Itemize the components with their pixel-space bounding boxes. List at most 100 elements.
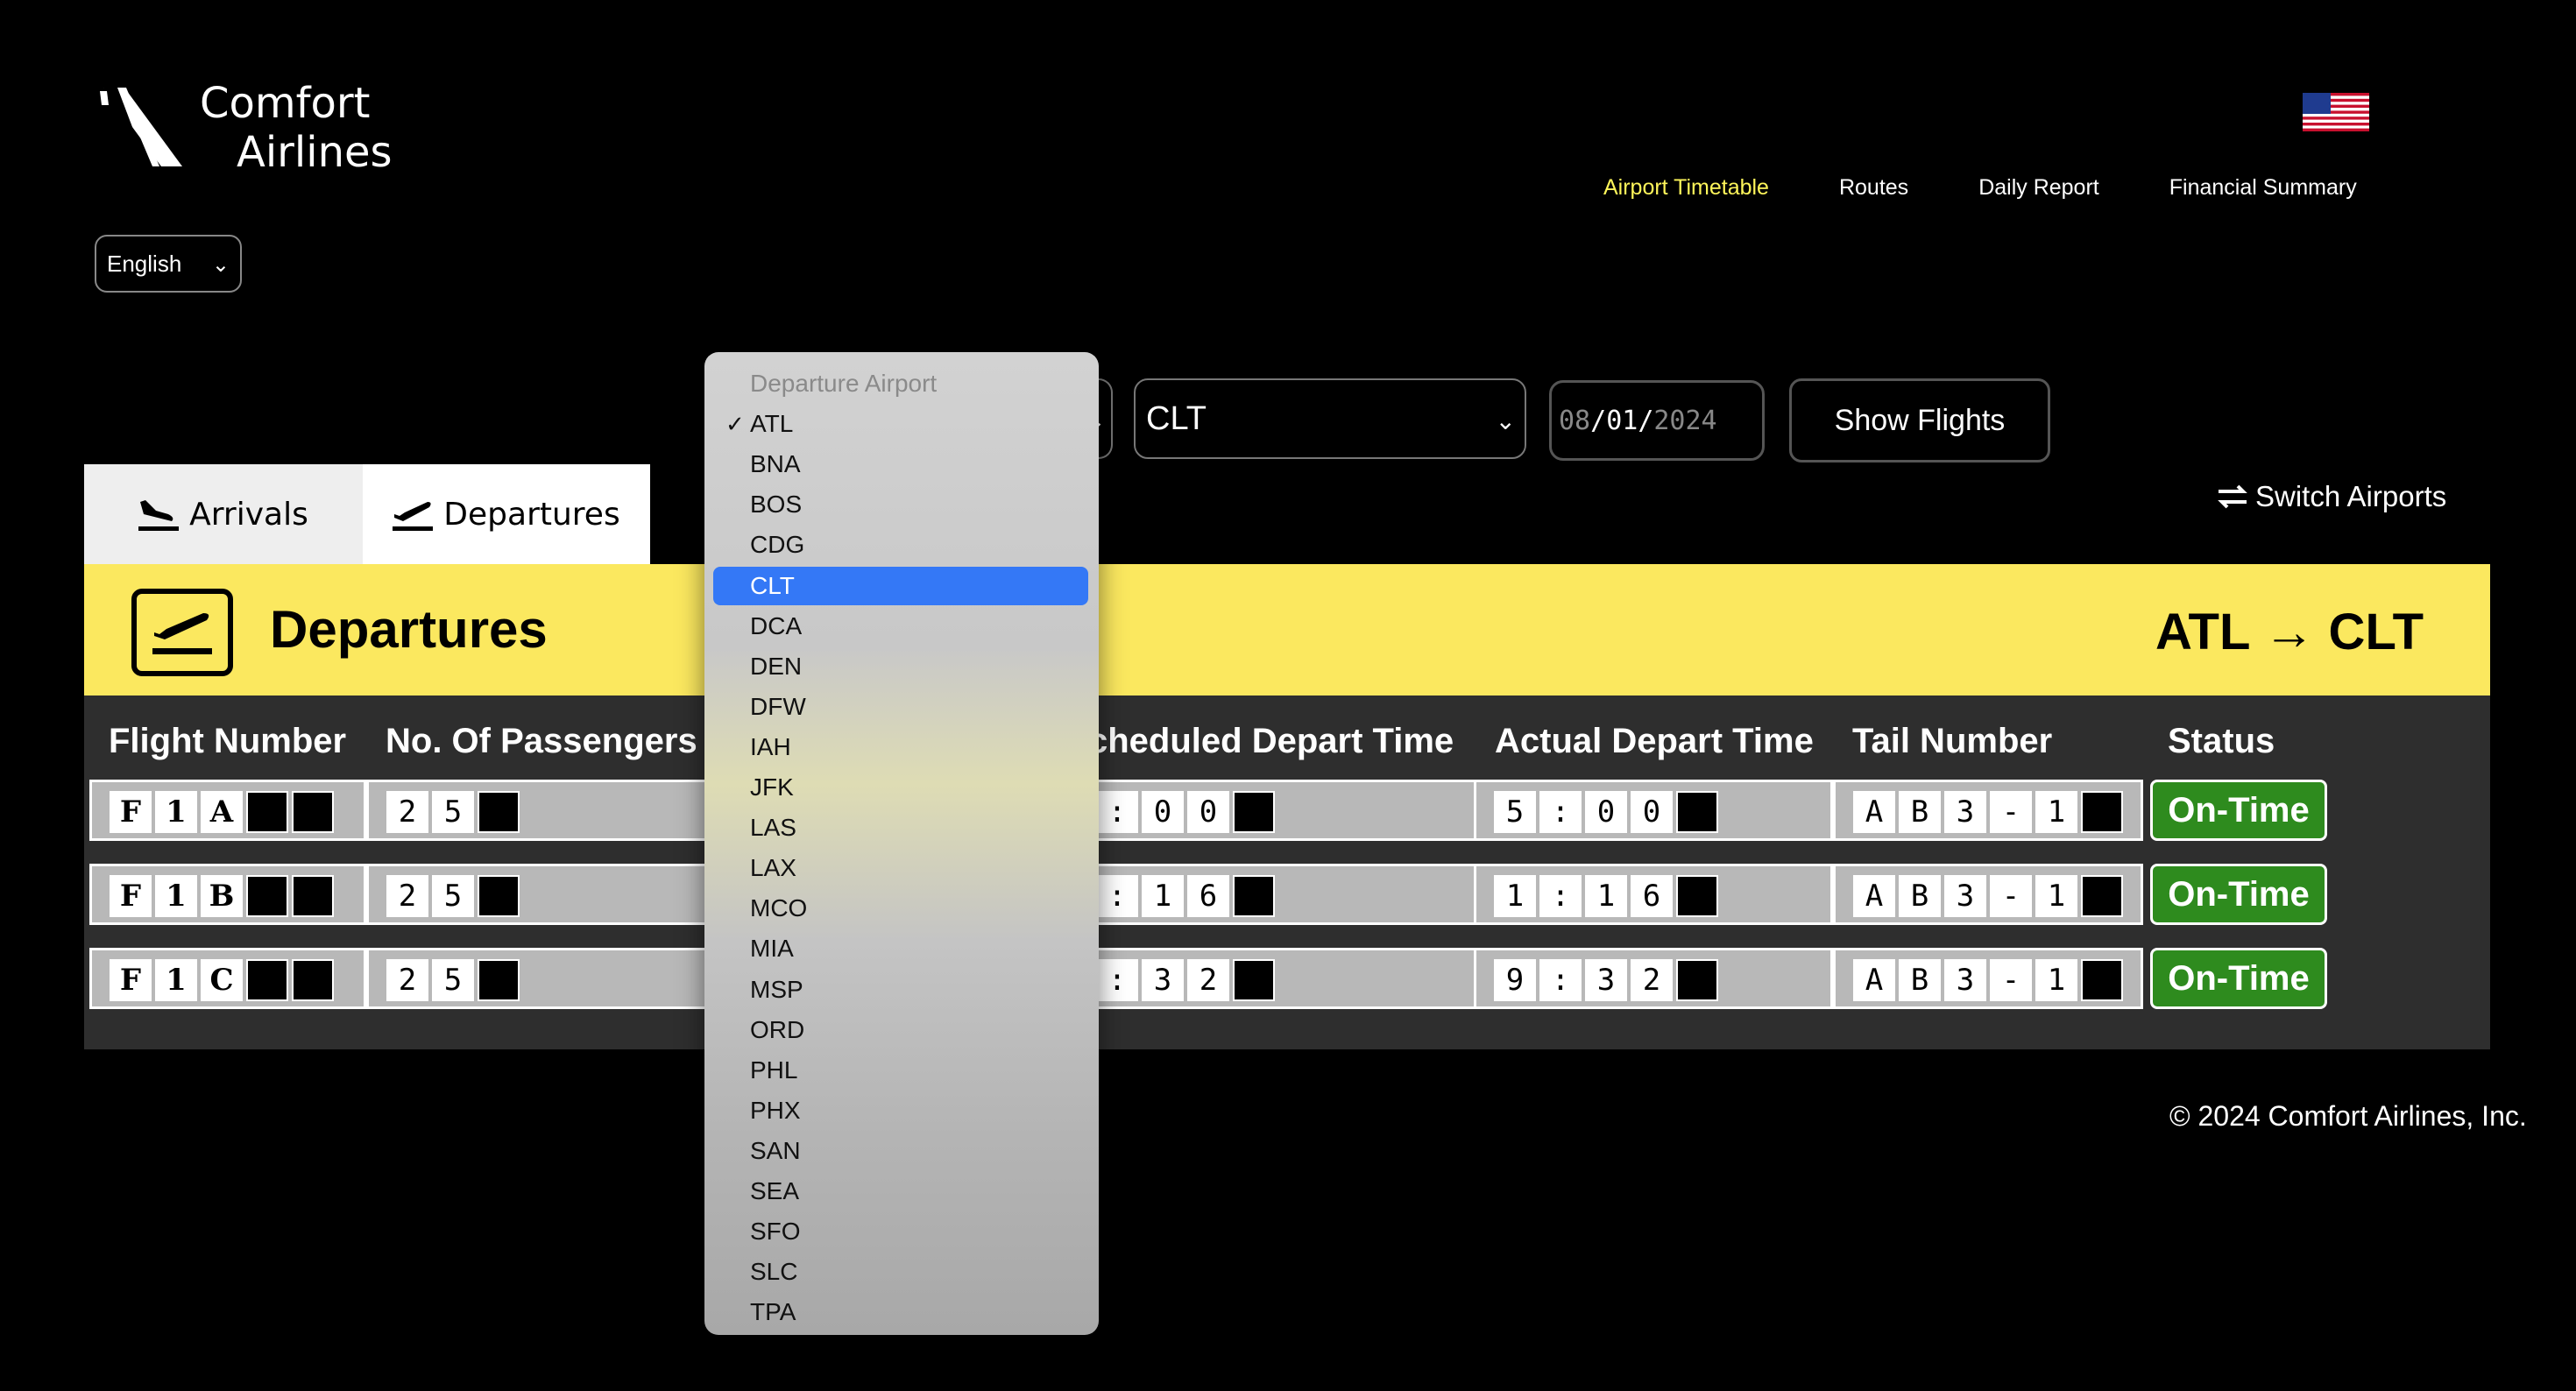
- char-box: F: [110, 875, 152, 917]
- char-box: C: [201, 959, 243, 1001]
- char-box: [246, 875, 288, 917]
- dropdown-option-san[interactable]: SAN: [713, 1132, 1088, 1170]
- dropdown-option-bna[interactable]: BNA: [713, 445, 1088, 484]
- dropdown-option-den[interactable]: DEN: [713, 647, 1088, 686]
- dropdown-option-phx[interactable]: PHX: [713, 1091, 1088, 1130]
- dropdown-option-atl[interactable]: ✓ ATL: [713, 405, 1088, 443]
- dropdown-option-ord[interactable]: ORD: [713, 1011, 1088, 1049]
- char-box: [292, 959, 334, 1001]
- us-flag-icon[interactable]: [2303, 93, 2369, 131]
- nav-daily-report[interactable]: Daily Report: [1978, 175, 2099, 201]
- brand-line2: Airlines: [237, 128, 393, 177]
- char-box: 0: [1142, 791, 1184, 833]
- plane-takeoff-icon: [152, 613, 212, 654]
- cell-actual: 1:16: [1474, 864, 1833, 925]
- dropdown-option-msp[interactable]: MSP: [713, 971, 1088, 1009]
- brand-logo[interactable]: Comfort Airlines: [98, 79, 393, 177]
- switch-airports-button[interactable]: Switch Airports: [2217, 480, 2446, 513]
- tab-arrivals[interactable]: Arrivals: [84, 464, 363, 564]
- switch-airports-label: Switch Airports: [2255, 480, 2447, 512]
- board-title: Departures: [270, 600, 548, 659]
- status-badge: On-Time: [2150, 864, 2327, 925]
- show-flights-button[interactable]: Show Flights: [1789, 378, 2050, 462]
- char-box: [2081, 959, 2123, 1001]
- dropdown-option-label: DEN: [750, 652, 803, 680]
- dropdown-option-label: SEA: [750, 1177, 800, 1204]
- char-box: [1233, 875, 1275, 917]
- nav-financial-summary[interactable]: Financial Summary: [2169, 175, 2357, 201]
- col-flight-number: Flight Number: [109, 722, 347, 760]
- char-box: 2: [1631, 959, 1673, 1001]
- dropdown-option-tpa[interactable]: TPA: [713, 1293, 1088, 1331]
- char-box: A: [1853, 959, 1895, 1001]
- char-box: A: [1853, 791, 1895, 833]
- char-box: 0: [1187, 791, 1229, 833]
- dropdown-placeholder: Departure Airport: [750, 370, 938, 397]
- arrival-airport-select[interactable]: CLT ⌄: [1134, 378, 1526, 459]
- language-select[interactable]: English ⌄: [95, 235, 242, 293]
- swap-arrows-icon: [2218, 484, 2247, 509]
- cell-scheduled: :16: [1076, 864, 1502, 925]
- dropdown-option-las[interactable]: LAS: [713, 808, 1088, 847]
- dropdown-option-label: BNA: [750, 450, 801, 478]
- char-box: [1233, 959, 1275, 1001]
- plane-takeoff-icon: [393, 502, 434, 531]
- dropdown-option-label: CDG: [750, 531, 805, 559]
- char-box: :: [1539, 875, 1582, 917]
- col-status: Status: [2168, 722, 2275, 760]
- checkmark-icon: ✓: [725, 410, 745, 437]
- nav-airport-timetable[interactable]: Airport Timetable: [1603, 175, 1769, 201]
- dropdown-option-mia[interactable]: MIA: [713, 929, 1088, 968]
- char-box: 0: [1631, 791, 1673, 833]
- dropdown-option-label: MIA: [750, 935, 794, 963]
- dropdown-option-cdg[interactable]: CDG: [713, 526, 1088, 564]
- char-box: [2081, 791, 2123, 833]
- cell-tail: AB3-1: [1833, 948, 2143, 1009]
- char-box: 3: [1585, 959, 1627, 1001]
- dropdown-option-dca[interactable]: DCA: [713, 607, 1088, 646]
- dropdown-option-slc[interactable]: SLC: [713, 1253, 1088, 1291]
- char-box: :: [1096, 791, 1138, 833]
- cell-flight: F1C: [89, 948, 366, 1009]
- dropdown-option-dfw[interactable]: DFW: [713, 688, 1088, 726]
- dropdown-option-label: SFO: [750, 1218, 801, 1246]
- cell-flight: F1A: [89, 780, 366, 841]
- dropdown-option-label: IAH: [750, 732, 791, 760]
- dropdown-option-lax[interactable]: LAX: [713, 849, 1088, 887]
- date-input[interactable]: 08/01/2024: [1549, 380, 1765, 461]
- dropdown-option-phl[interactable]: PHL: [713, 1051, 1088, 1090]
- char-box: -: [1990, 875, 2032, 917]
- dropdown-option-sfo[interactable]: SFO: [713, 1212, 1088, 1251]
- cell-scheduled: :00: [1076, 780, 1502, 841]
- dropdown-option-jfk[interactable]: JFK: [713, 768, 1088, 807]
- char-box: -: [1990, 959, 2032, 1001]
- nav-routes[interactable]: Routes: [1839, 175, 1908, 201]
- airline-logo-icon: [100, 88, 182, 166]
- char-box: F: [110, 959, 152, 1001]
- dropdown-option-iah[interactable]: IAH: [713, 728, 1088, 766]
- char-box: 3: [1944, 791, 1986, 833]
- char-box: 1: [2035, 875, 2077, 917]
- dropdown-option-bos[interactable]: BOS: [713, 485, 1088, 524]
- char-box: [1676, 875, 1718, 917]
- char-box: 5: [1494, 791, 1536, 833]
- dropdown-option-label: LAX: [750, 854, 796, 882]
- brand-line1: Comfort: [200, 79, 371, 128]
- dropdown-option-label: JFK: [750, 773, 794, 801]
- char-box: 5: [432, 791, 474, 833]
- dropdown-option-sea[interactable]: SEA: [713, 1172, 1088, 1211]
- dropdown-option-label: MSP: [750, 975, 803, 1003]
- tab-departures[interactable]: Departures: [363, 464, 650, 564]
- cell-tail: AB3-1: [1833, 780, 2143, 841]
- char-box: 1: [2035, 791, 2077, 833]
- char-box: 3: [1142, 959, 1184, 1001]
- col-passengers: No. Of Passengers: [386, 722, 697, 760]
- dropdown-option-clt[interactable]: CLT: [713, 566, 1088, 605]
- dropdown-option-mco[interactable]: MCO: [713, 889, 1088, 928]
- departure-airport-dropdown[interactable]: Departure Airport ✓ ATL BNA BOS CDG CLT DCA DEN D…: [704, 352, 1099, 1335]
- char-box: 0: [1585, 791, 1627, 833]
- char-box: -: [1990, 791, 2032, 833]
- dropdown-option-label: PHL: [750, 1056, 798, 1084]
- dropdown-option-label: BOS: [750, 491, 803, 519]
- char-box: [478, 875, 520, 917]
